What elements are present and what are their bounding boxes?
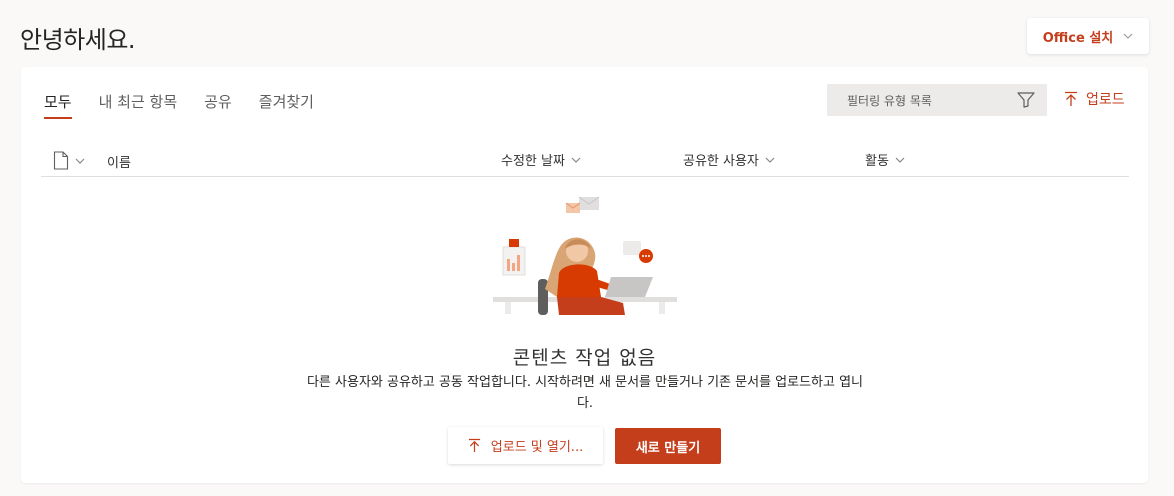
chevron-down-icon xyxy=(895,157,905,163)
filter-placeholder: 필터링 유형 목록 xyxy=(847,93,932,108)
chevron-down-icon xyxy=(1123,33,1133,39)
tab-all[interactable]: 모두 xyxy=(44,91,72,119)
empty-state-title: 콘텐츠 작업 없음 xyxy=(512,347,657,369)
filter-input[interactable]: 필터링 유형 목록 xyxy=(827,84,1047,116)
column-shared-by-label: 공유한 사용자 xyxy=(683,154,759,169)
upload-button[interactable]: 업로드 xyxy=(1064,89,1125,109)
upload-and-open-label: 업로드 및 열기... xyxy=(490,440,584,455)
column-name[interactable]: 이름 xyxy=(107,152,131,171)
upload-and-open-button[interactable]: 업로드 및 열기... xyxy=(448,427,603,464)
tab-bar: 모두 내 최근 항목 공유 즐겨찾기 xyxy=(44,91,314,119)
column-modified[interactable]: 수정한 날짜 xyxy=(501,150,581,169)
install-office-button[interactable]: Office 설치 xyxy=(1027,18,1149,54)
column-activity-label: 활동 xyxy=(865,154,889,169)
document-icon xyxy=(53,151,69,170)
documents-card: 모두 내 최근 항목 공유 즐겨찾기 필터링 유형 목록 업로드 이름 수정한 … xyxy=(21,67,1148,483)
upload-arrow-icon xyxy=(468,438,480,452)
empty-state-description: 다른 사용자와 공유하고 공동 작업합니다. 시작하려면 새 문서를 만들거나 … xyxy=(306,375,864,411)
file-type-column[interactable] xyxy=(53,151,85,170)
chevron-down-icon xyxy=(571,157,581,163)
tab-favorites[interactable]: 즐겨찾기 xyxy=(259,91,314,119)
install-office-label: Office 설치 xyxy=(1042,30,1114,46)
tab-shared[interactable]: 공유 xyxy=(204,91,232,119)
chevron-down-icon xyxy=(765,157,775,163)
greeting-heading: 안녕하세요. xyxy=(20,26,136,54)
empty-state-illustration xyxy=(493,196,677,315)
create-new-label: 새로 만들기 xyxy=(635,440,701,456)
column-header-row: 이름 수정한 날짜 공유한 사용자 활동 xyxy=(41,147,1129,177)
chevron-down-icon xyxy=(75,158,85,164)
filter-icon[interactable] xyxy=(1017,92,1035,108)
column-activity[interactable]: 활동 xyxy=(865,150,905,169)
column-name-label: 이름 xyxy=(107,156,131,171)
create-new-button[interactable]: 새로 만들기 xyxy=(615,428,721,464)
upload-label: 업로드 xyxy=(1086,92,1125,108)
upload-arrow-icon xyxy=(1065,91,1077,106)
column-modified-label: 수정한 날짜 xyxy=(501,154,565,169)
tab-recent[interactable]: 내 최근 항목 xyxy=(99,91,178,119)
column-shared-by[interactable]: 공유한 사용자 xyxy=(683,150,775,169)
